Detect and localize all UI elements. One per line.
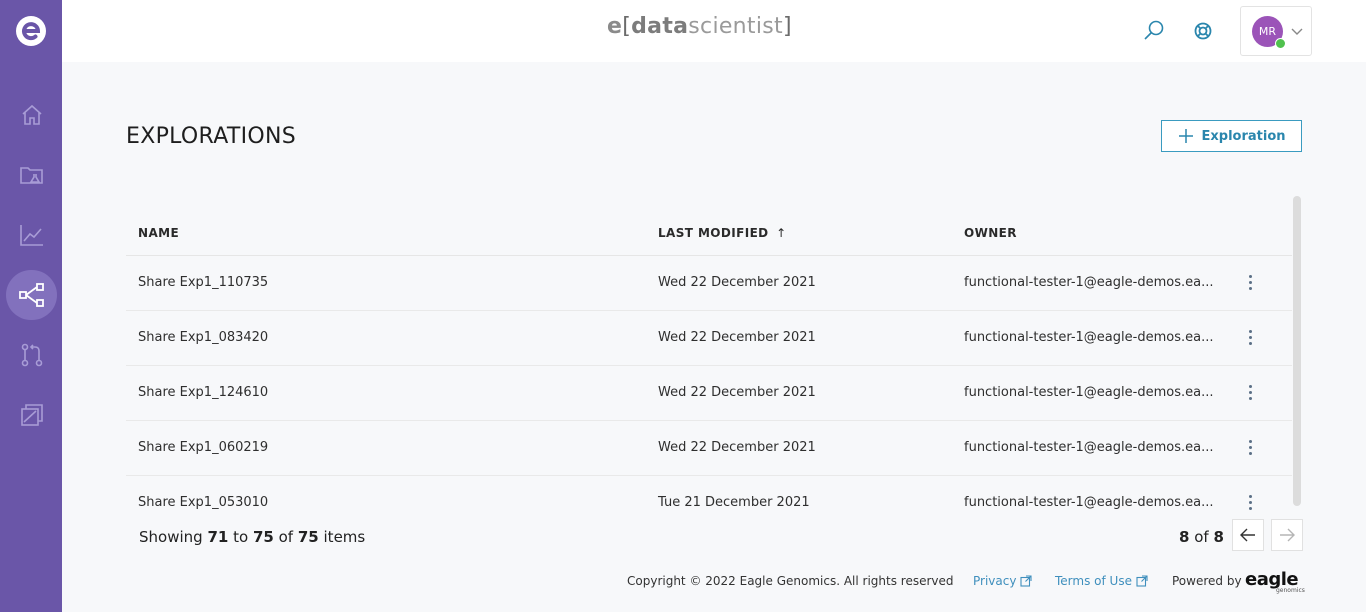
eagle-genomics-logo-sub: genomics [1276, 587, 1305, 594]
column-header-last-modified-label: LAST MODIFIED [658, 226, 769, 240]
row-last-modified: Tue 21 December 2021 [658, 495, 810, 510]
row-last-modified: Wed 22 December 2021 [658, 440, 816, 455]
app-logo-icon[interactable] [15, 15, 47, 47]
table-row[interactable]: Share Exp1_060219 Wed 22 December 2021 f… [126, 421, 1292, 476]
row-owner: functional-tester-1@eagle-demos.ea... [964, 495, 1214, 510]
sort-ascending-icon: ↑ [776, 226, 787, 240]
brand-wordmark: e[datascientist] [607, 14, 792, 39]
row-actions-kebab-icon[interactable] [1243, 492, 1257, 512]
table-row[interactable]: Share Exp1_083420 Wed 22 December 2021 f… [126, 311, 1292, 366]
row-owner: functional-tester-1@eagle-demos.ea... [964, 275, 1214, 290]
copyright-text: Copyright © 2022 Eagle Genomics. All rig… [627, 574, 954, 588]
row-name[interactable]: Share Exp1_124610 [138, 385, 268, 400]
data-folder-icon [19, 167, 43, 184]
nav-data[interactable] [6, 150, 57, 200]
column-header-owner[interactable]: OWNER [964, 226, 1017, 240]
brand-bracket-open: [ [622, 14, 632, 39]
nav-home[interactable] [6, 90, 57, 140]
privacy-link-label: Privacy [973, 574, 1017, 588]
external-link-icon [1020, 575, 1033, 587]
row-owner: functional-tester-1@eagle-demos.ea... [964, 385, 1214, 400]
help-button[interactable] [1191, 19, 1215, 43]
reports-stack-icon [20, 404, 43, 426]
current-page: 8 [1179, 528, 1190, 546]
user-menu-button[interactable]: MR [1240, 6, 1312, 56]
count-of-word: of [278, 528, 294, 546]
row-name[interactable]: Share Exp1_060219 [138, 440, 268, 455]
row-last-modified: Wed 22 December 2021 [658, 275, 816, 290]
add-exploration-button[interactable]: Exploration [1161, 120, 1302, 152]
row-last-modified: Wed 22 December 2021 [658, 385, 816, 400]
nav-analytics[interactable] [6, 210, 57, 260]
terms-link-label: Terms of Use [1055, 574, 1132, 588]
row-name[interactable]: Share Exp1_083420 [138, 330, 268, 345]
table-row[interactable]: Share Exp1_124610 Wed 22 December 2021 f… [126, 366, 1292, 421]
search-button[interactable] [1142, 19, 1166, 43]
nav-pipelines[interactable] [6, 330, 57, 380]
powered-by-text: Powered by [1172, 574, 1242, 588]
count-total: 75 [297, 528, 319, 546]
privacy-link[interactable]: Privacy [973, 574, 1033, 588]
brand-prefix: e [607, 14, 623, 39]
count-showing: Showing [139, 528, 203, 546]
column-header-last-modified[interactable]: LAST MODIFIED ↑ [658, 226, 787, 240]
count-items-word: items [323, 528, 366, 546]
row-owner: functional-tester-1@eagle-demos.ea... [964, 330, 1214, 345]
row-actions-kebab-icon[interactable] [1243, 327, 1257, 347]
pull-request-icon [21, 343, 42, 367]
top-bar: e[datascientist] MR [62, 0, 1366, 62]
brand-data: data [631, 14, 689, 39]
row-actions-kebab-icon[interactable] [1243, 382, 1257, 402]
brand-bracket-close: ] [782, 14, 792, 39]
page-of-word: of [1194, 528, 1209, 546]
total-pages: 8 [1213, 528, 1224, 546]
row-last-modified: Wed 22 December 2021 [658, 330, 816, 345]
nav-explorations[interactable] [6, 270, 57, 320]
row-name[interactable]: Share Exp1_110735 [138, 275, 268, 290]
add-exploration-label: Exploration [1201, 128, 1286, 144]
row-actions-kebab-icon[interactable] [1243, 437, 1257, 457]
arrow-left-icon [1240, 528, 1255, 542]
chevron-down-icon [1291, 28, 1303, 35]
row-owner: functional-tester-1@eagle-demos.ea... [964, 440, 1214, 455]
lifebuoy-help-icon [1194, 22, 1212, 40]
count-from: 71 [207, 528, 229, 546]
arrow-right-icon [1280, 528, 1295, 542]
page-indicator: 8 of 8 [1179, 528, 1224, 546]
plus-icon [1178, 129, 1193, 143]
explorations-table: NAME LAST MODIFIED ↑ OWNER Share Exp1_11… [126, 210, 1292, 530]
explorations-network-icon [18, 283, 44, 307]
row-name[interactable]: Share Exp1_053010 [138, 495, 268, 510]
analytics-chart-icon [19, 225, 43, 246]
terms-of-use-link[interactable]: Terms of Use [1055, 574, 1148, 588]
table-row[interactable]: Share Exp1_110735 Wed 22 December 2021 f… [126, 256, 1292, 311]
items-count: Showing 71 to 75 of 75 items [139, 528, 365, 546]
table-header: NAME LAST MODIFIED ↑ OWNER [126, 210, 1292, 256]
table-scrollbar[interactable] [1293, 196, 1301, 506]
home-icon [21, 104, 42, 125]
count-to: 75 [252, 528, 274, 546]
table-row[interactable]: Share Exp1_053010 Tue 21 December 2021 f… [126, 476, 1292, 530]
online-status-dot [1275, 38, 1286, 49]
brand-scientist: scientist [688, 14, 783, 39]
external-link-icon [1136, 575, 1148, 587]
count-to-word: to [233, 528, 249, 546]
nav-reports[interactable] [6, 390, 57, 440]
column-header-name[interactable]: NAME [138, 226, 179, 240]
next-page-button[interactable] [1271, 519, 1303, 551]
page-title: EXPLORATIONS [126, 124, 297, 149]
row-actions-kebab-icon[interactable] [1243, 272, 1257, 292]
search-icon [1144, 20, 1164, 40]
previous-page-button[interactable] [1232, 519, 1264, 551]
sidebar [0, 0, 62, 612]
